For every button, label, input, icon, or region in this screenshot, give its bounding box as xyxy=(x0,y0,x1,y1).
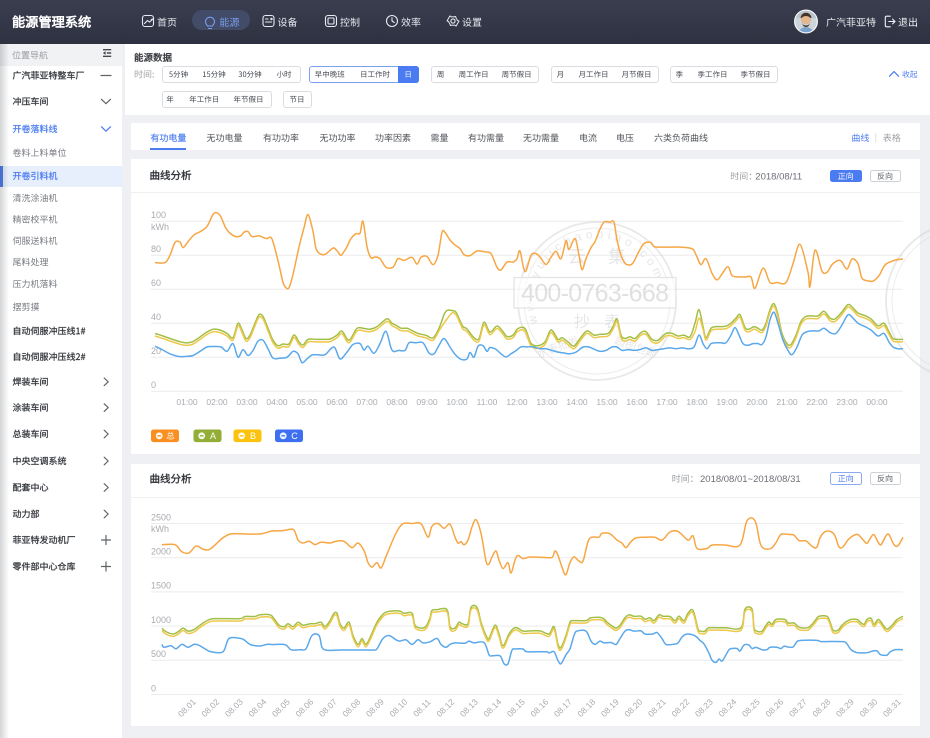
svg-text:08.12: 08.12 xyxy=(434,697,456,719)
svg-text:08.16: 08.16 xyxy=(528,697,550,719)
svg-text:08.09: 08.09 xyxy=(364,697,386,719)
svg-text:1000: 1000 xyxy=(151,615,171,625)
svg-text:08.13: 08.13 xyxy=(458,697,480,719)
svg-text:08.02: 08.02 xyxy=(199,697,221,719)
svg-text:08.11: 08.11 xyxy=(411,697,433,719)
svg-text:04:00: 04:00 xyxy=(266,397,288,407)
svg-text:23:00: 23:00 xyxy=(836,397,858,407)
svg-text:12:00: 12:00 xyxy=(506,397,528,407)
svg-text:kWh: kWh xyxy=(151,524,169,534)
svg-text:02:00: 02:00 xyxy=(206,397,228,407)
svg-text:20:00: 20:00 xyxy=(746,397,768,407)
svg-text:08.15: 08.15 xyxy=(505,697,527,719)
svg-text:10:00: 10:00 xyxy=(446,397,468,407)
svg-text:08.25: 08.25 xyxy=(740,697,762,719)
svg-text:14:00: 14:00 xyxy=(566,397,588,407)
svg-text:2000: 2000 xyxy=(151,547,171,557)
svg-text:A: A xyxy=(210,431,216,441)
svg-text:08.19: 08.19 xyxy=(599,697,621,719)
svg-text:60: 60 xyxy=(151,278,161,288)
svg-text:0: 0 xyxy=(151,380,156,390)
svg-text:08.17: 08.17 xyxy=(552,697,574,719)
svg-text:16:00: 16:00 xyxy=(626,397,648,407)
svg-text:08.05: 08.05 xyxy=(270,697,292,719)
svg-text:1500: 1500 xyxy=(151,581,171,591)
svg-text:01:00: 01:00 xyxy=(176,397,198,407)
svg-text:08.04: 08.04 xyxy=(246,697,268,719)
svg-text:08.30: 08.30 xyxy=(857,697,879,719)
svg-text:08.20: 08.20 xyxy=(622,697,644,719)
svg-text:2018/08/01~2018/08/31: 2018/08/01~2018/08/31 xyxy=(700,474,801,485)
svg-text:kWh: kWh xyxy=(151,222,169,232)
svg-text:08.08: 08.08 xyxy=(340,697,362,719)
svg-text:00:00: 00:00 xyxy=(866,397,888,407)
svg-text:C: C xyxy=(291,431,298,441)
svg-text:08.03: 08.03 xyxy=(223,697,245,719)
svg-text:05:00: 05:00 xyxy=(296,397,318,407)
svg-text:500: 500 xyxy=(151,649,166,659)
svg-text:07:00: 07:00 xyxy=(356,397,378,407)
svg-text:100: 100 xyxy=(151,210,166,220)
svg-text:09:00: 09:00 xyxy=(416,397,438,407)
svg-text:15:00: 15:00 xyxy=(596,397,618,407)
svg-text:08.14: 08.14 xyxy=(481,697,503,719)
svg-text:40: 40 xyxy=(151,312,161,322)
svg-text:08.31: 08.31 xyxy=(881,697,903,719)
svg-text:08.26: 08.26 xyxy=(763,697,785,719)
svg-text:0: 0 xyxy=(151,683,156,693)
svg-text:17:00: 17:00 xyxy=(656,397,678,407)
svg-text:2018/08/11: 2018/08/11 xyxy=(755,172,802,183)
svg-text:22:00: 22:00 xyxy=(806,397,828,407)
svg-text:08.29: 08.29 xyxy=(834,697,856,719)
svg-text:400-0763-668: 400-0763-668 xyxy=(521,280,669,308)
svg-text:06:00: 06:00 xyxy=(326,397,348,407)
svg-text:08.28: 08.28 xyxy=(810,697,832,719)
svg-text:08.21: 08.21 xyxy=(646,697,668,719)
svg-text:08.27: 08.27 xyxy=(787,697,809,719)
svg-text:21:00: 21:00 xyxy=(776,397,798,407)
svg-text:11:00: 11:00 xyxy=(477,397,498,407)
svg-text:08.23: 08.23 xyxy=(693,697,715,719)
svg-text:08.22: 08.22 xyxy=(669,697,691,719)
svg-text:08.01: 08.01 xyxy=(176,697,198,719)
svg-text:08:00: 08:00 xyxy=(386,397,408,407)
svg-text:B: B xyxy=(250,431,256,441)
svg-text:13:00: 13:00 xyxy=(536,397,558,407)
svg-text:08.07: 08.07 xyxy=(317,697,339,719)
svg-text:08.18: 08.18 xyxy=(575,697,597,719)
svg-text:2500: 2500 xyxy=(151,512,171,522)
svg-text:19:00: 19:00 xyxy=(716,397,738,407)
svg-text:18:00: 18:00 xyxy=(686,397,708,407)
svg-text:03:00: 03:00 xyxy=(236,397,258,407)
svg-text:08.10: 08.10 xyxy=(387,697,409,719)
svg-text:08.24: 08.24 xyxy=(716,697,738,719)
svg-text:08.06: 08.06 xyxy=(293,697,315,719)
svg-text:80: 80 xyxy=(151,244,161,254)
